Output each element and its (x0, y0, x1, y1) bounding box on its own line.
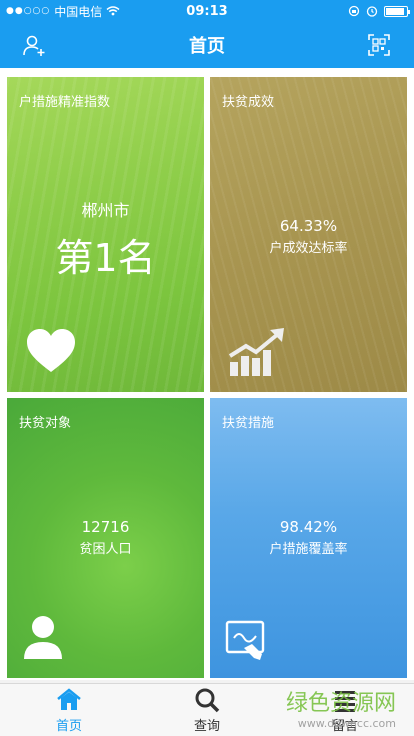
tile-caption: 户措施覆盖率 (269, 542, 348, 557)
page-title: 首页 (189, 36, 225, 57)
tile-caption: 贫困人口 (79, 542, 132, 557)
growth-chart-icon (228, 328, 284, 376)
add-user-icon[interactable] (22, 34, 46, 58)
tile-caption: 户成效达标率 (269, 241, 348, 256)
carrier-name: 中国电信 (54, 4, 103, 19)
dashboard-grid: 户措施精准指数 郴州市 第1名 扶贫成效 64.33% 户成效达标率 扶贫对象 … (0, 68, 414, 680)
tile-label: 扶贫对象 (19, 416, 72, 431)
tab-label: 首页 (55, 718, 82, 734)
tile-label: 户措施精准指数 (19, 95, 111, 110)
tile-content: 98.42% 户措施覆盖率 (210, 518, 407, 557)
tile-poverty-targets[interactable]: 扶贫对象 12716 贫困人口 (7, 398, 204, 678)
tile-label: 扶贫成效 (222, 95, 275, 110)
tile-poverty-measures[interactable]: 扶贫措施 98.42% 户措施覆盖率 (210, 398, 407, 678)
status-time: 09:13 (186, 3, 228, 19)
watermark-main: 绿色资源网 (285, 691, 396, 716)
tile-label: 扶贫措施 (222, 416, 275, 431)
tile-city: 郴州市 (81, 201, 130, 220)
rotation-lock-icon (348, 5, 360, 17)
tile-content: 12716 贫困人口 (7, 518, 204, 557)
tile-content: 郴州市 第1名 (7, 197, 204, 282)
wifi-icon (106, 6, 120, 16)
tile-value: 64.33% (279, 217, 338, 235)
watermark: 绿色资源网 www.downcc.com (286, 685, 396, 730)
alarm-icon (366, 6, 378, 17)
tab-label: 查询 (193, 718, 220, 734)
document-edit-icon (225, 620, 265, 660)
tile-content: 64.33% 户成效达标率 (210, 217, 407, 256)
scan-icon[interactable] (368, 34, 390, 56)
home-icon (57, 687, 81, 710)
tile-value: 12716 (81, 518, 130, 536)
status-bar: ●●○○○ 中国电信 09:13 (0, 0, 414, 22)
search-icon (195, 688, 220, 712)
signal-icon: ●●○○○ (6, 6, 51, 16)
heart-icon (27, 329, 75, 372)
tile-poverty-results[interactable]: 扶贫成效 64.33% 户成效达标率 (210, 77, 407, 392)
nav-bar: 首页 (0, 22, 414, 68)
tile-rank: 第1名 (55, 236, 156, 280)
watermark-sub: www.downcc.com (297, 717, 396, 730)
battery-icon (384, 5, 410, 17)
tab-home[interactable]: 首页 (0, 684, 138, 736)
person-icon (24, 616, 62, 659)
tile-value: 98.42% (279, 518, 338, 536)
battery-fill (386, 7, 404, 15)
tab-search[interactable]: 查询 (138, 684, 276, 736)
tile-precision-index[interactable]: 户措施精准指数 郴州市 第1名 (7, 77, 204, 392)
